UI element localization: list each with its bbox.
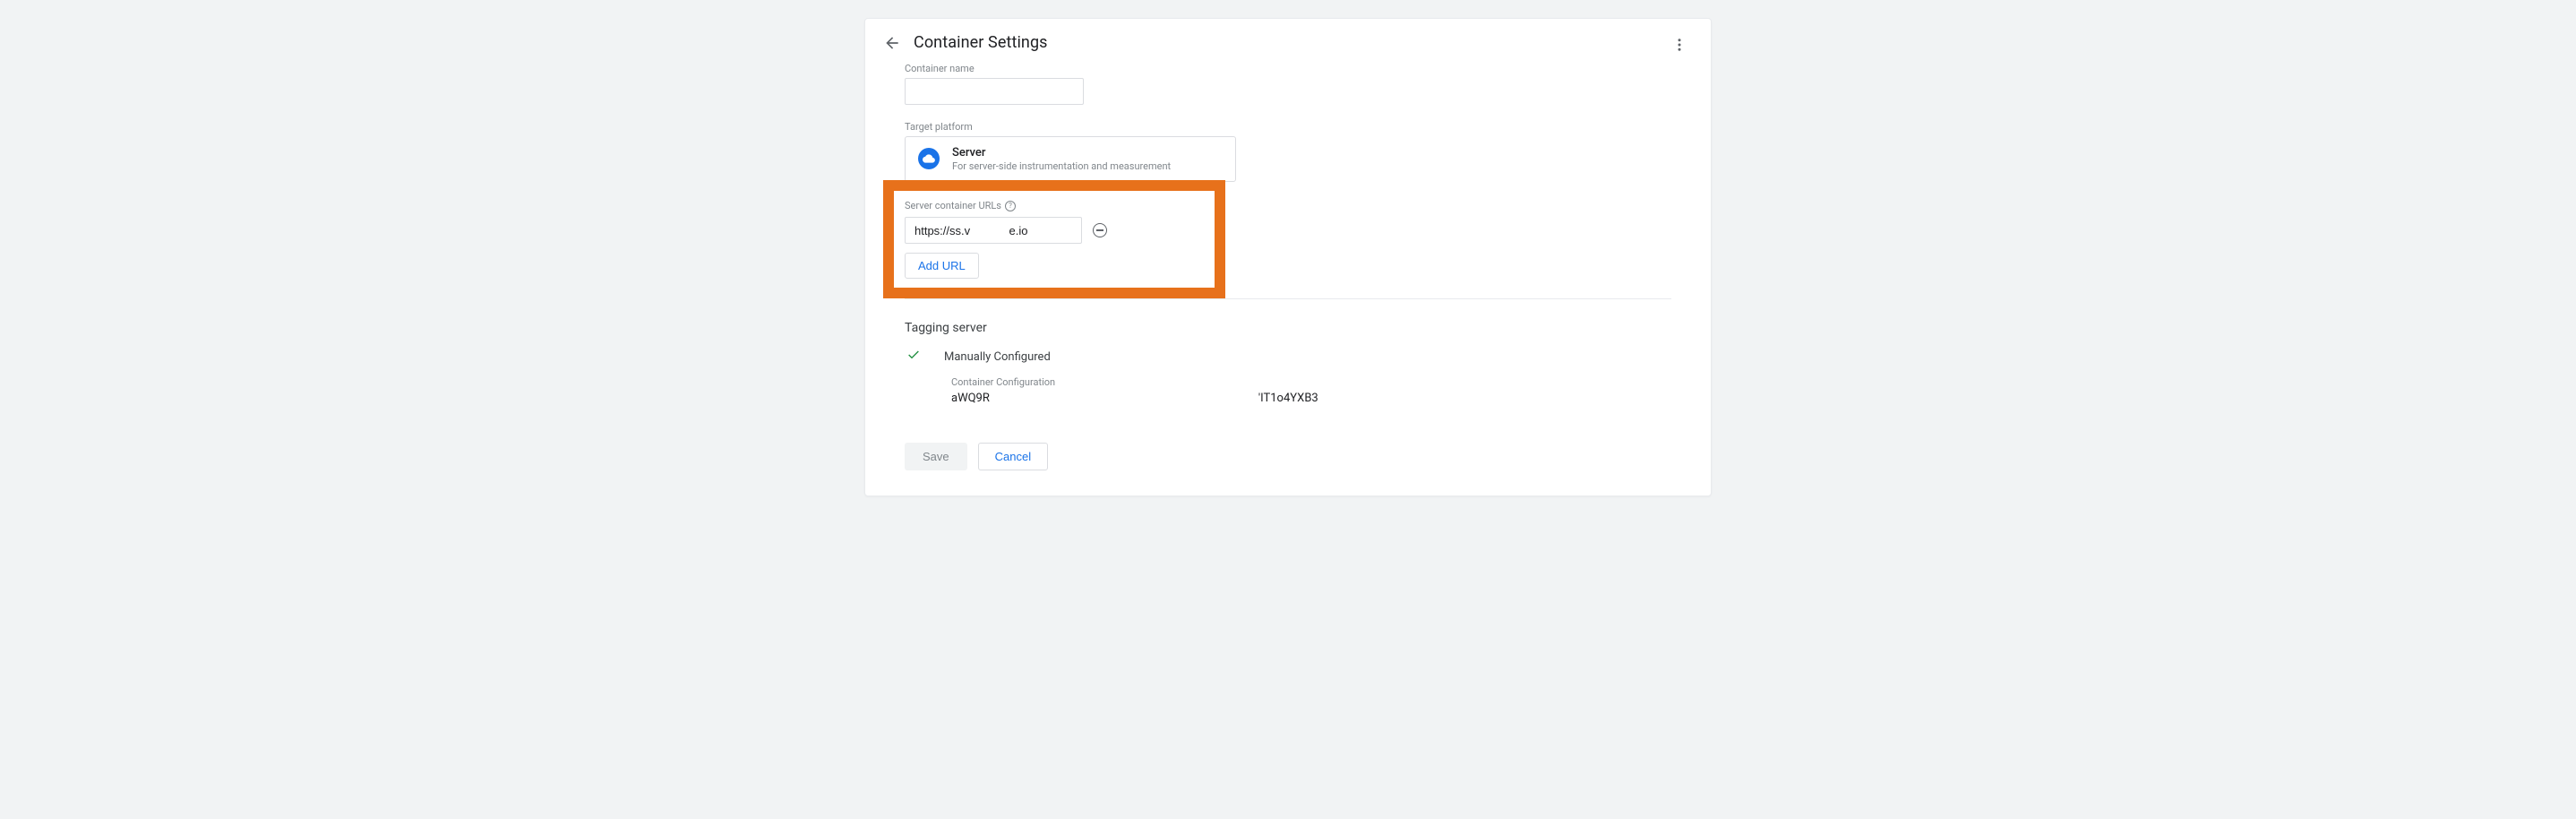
platform-description: For server-side instrumentation and meas… xyxy=(952,160,1171,172)
config-value-2: 'IT1o4YXB3 xyxy=(1258,392,1318,405)
save-button[interactable]: Save xyxy=(905,443,967,470)
remove-url-icon[interactable] xyxy=(1093,223,1107,237)
container-settings-panel: Container Settings Container name Target… xyxy=(864,18,1712,496)
more-options-icon[interactable] xyxy=(1666,31,1693,62)
form-area: Container name Target platform Server Fo… xyxy=(865,59,1711,298)
container-configuration-label: Container Configuration xyxy=(951,376,1671,388)
help-icon[interactable]: ? xyxy=(1005,201,1016,211)
target-platform-label: Target platform xyxy=(905,121,1671,133)
container-configuration-block: Container Configuration aWQ9R 'IT1o4YXB3 xyxy=(951,376,1671,405)
server-urls-highlight: Server container URLs ? Add URL xyxy=(883,180,1225,298)
add-url-button[interactable]: Add URL xyxy=(905,253,979,279)
server-urls-label-text: Server container URLs xyxy=(905,200,1001,211)
tagging-status-text: Manually Configured xyxy=(944,350,1051,364)
tagging-section: Tagging server Manually Configured Conta… xyxy=(865,299,1711,470)
server-urls-label: Server container URLs ? xyxy=(905,200,1204,211)
back-arrow-icon[interactable] xyxy=(883,34,901,52)
config-value-1: aWQ9R xyxy=(951,392,990,405)
platform-title: Server xyxy=(952,146,1171,159)
panel-header: Container Settings xyxy=(865,19,1711,59)
container-name-label: Container name xyxy=(905,63,1671,74)
tagging-server-heading: Tagging server xyxy=(905,321,1671,335)
action-row: Save Cancel xyxy=(905,443,1671,470)
container-configuration-values: aWQ9R 'IT1o4YXB3 xyxy=(951,392,1671,405)
url-row xyxy=(905,217,1204,244)
cloud-icon xyxy=(918,148,940,169)
target-platform-card[interactable]: Server For server-side instrumentation a… xyxy=(905,136,1236,182)
cancel-button[interactable]: Cancel xyxy=(978,443,1048,470)
page-title: Container Settings xyxy=(914,33,1048,52)
container-name-input[interactable] xyxy=(905,78,1084,105)
tagging-status-row: Manually Configured xyxy=(905,348,1671,366)
check-icon xyxy=(905,348,923,366)
server-url-input[interactable] xyxy=(905,217,1082,244)
